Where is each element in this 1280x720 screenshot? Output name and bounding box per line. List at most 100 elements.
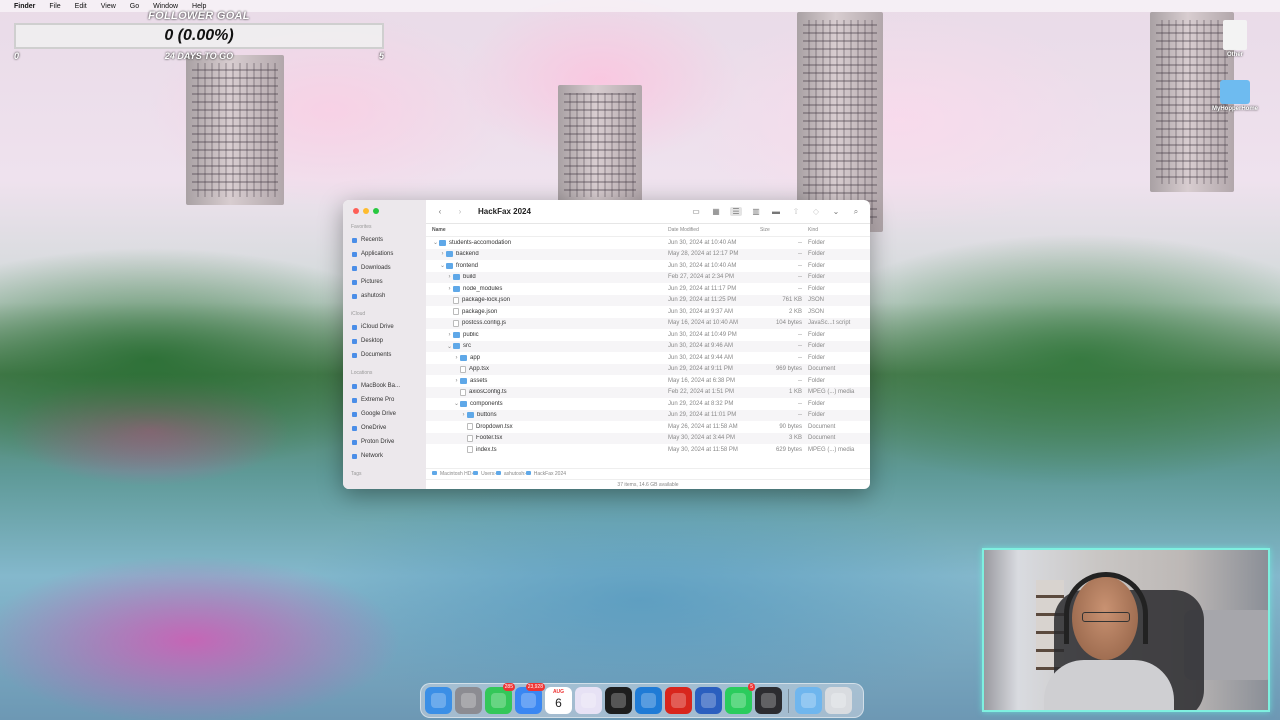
chevron-down-icon[interactable]: ⌄ xyxy=(830,207,842,216)
zoom-button[interactable] xyxy=(373,208,379,214)
kind-cell: Folder xyxy=(808,343,826,350)
chevron-right-icon[interactable]: › xyxy=(439,251,446,257)
path-segment[interactable]: Users xyxy=(473,471,494,477)
table-row[interactable]: index.ts May 30, 2024 at 11:58 PM 629 byte… xyxy=(426,444,870,456)
sidebar-item-onedrive[interactable]: OneDrive xyxy=(349,421,420,435)
close-button[interactable] xyxy=(353,208,359,214)
table-row[interactable]: › build Feb 27, 2024 at 2:34 PM -- Folder xyxy=(426,271,870,283)
file-icon xyxy=(467,446,473,454)
sidebar-item-label: iCloud Drive xyxy=(361,324,394,330)
menu-go[interactable]: Go xyxy=(130,3,139,10)
table-row[interactable]: axiosConfig.ts Feb 22, 2024 at 1:51 PM 1 K… xyxy=(426,386,870,398)
tag-icon[interactable]: ◇ xyxy=(810,207,822,216)
sidebar-item-documents[interactable]: Documents xyxy=(349,348,420,362)
dock-app-word[interactable] xyxy=(695,687,722,714)
table-row[interactable]: App.tsx Jun 29, 2024 at 9:11 PM 969 bytes D… xyxy=(426,363,870,375)
sidebar-item-proton-drive[interactable]: Proton Drive xyxy=(349,435,420,449)
table-row[interactable]: › node_modules Jun 29, 2024 at 11:17 PM -- F… xyxy=(426,283,870,295)
table-row[interactable]: Footer.tsx May 30, 2024 at 3:44 PM 3 KB Doc… xyxy=(426,432,870,444)
table-row[interactable]: › public Jun 30, 2024 at 10:49 PM -- Folder xyxy=(426,329,870,341)
sidebar-item-pictures[interactable]: Pictures xyxy=(349,275,420,289)
sidebar-item-macbook-ba-[interactable]: MacBook Ba... xyxy=(349,379,420,393)
list-view-icon[interactable]: ☰ xyxy=(730,207,742,216)
icon-view-icon[interactable]: ▦ xyxy=(710,207,722,216)
column-view-icon[interactable]: ▥ xyxy=(750,207,762,216)
dock-app-finder[interactable] xyxy=(425,687,452,714)
dock-app-acrobat[interactable] xyxy=(665,687,692,714)
table-row[interactable]: postcss.config.js May 16, 2024 at 10:40 A… xyxy=(426,317,870,329)
sidebar-item-google-drive[interactable]: Google Drive xyxy=(349,407,420,421)
chevron-right-icon[interactable]: › xyxy=(460,412,467,418)
menu-window[interactable]: Window xyxy=(153,3,178,10)
table-row[interactable]: package.json Jun 30, 2024 at 9:37 AM 2 KB J… xyxy=(426,306,870,318)
path-bar: Macintosh HD › Users › ashutosh › HackFa… xyxy=(426,468,870,479)
table-row[interactable]: › app Jun 30, 2024 at 9:44 AM -- Folder xyxy=(426,352,870,364)
path-segment[interactable]: HackFax 2024 xyxy=(525,471,566,477)
table-row[interactable]: Dropdown.tsx May 26, 2024 at 11:58 AM 90 b… xyxy=(426,421,870,433)
chevron-down-icon[interactable]: ⌄ xyxy=(439,262,446,269)
copilot-icon xyxy=(761,693,776,708)
menu-edit[interactable]: Edit xyxy=(75,3,87,10)
column-date[interactable]: Date Modified xyxy=(668,227,760,233)
sidebar-item-desktop[interactable]: Desktop xyxy=(349,334,420,348)
file-name: node_modules xyxy=(463,285,503,292)
search-icon[interactable]: ⌕ xyxy=(850,207,862,217)
dock-app-terminal[interactable] xyxy=(605,687,632,714)
chevron-down-icon[interactable]: ⌄ xyxy=(446,343,453,350)
table-row[interactable]: ⌄ students-accomodation Jun 30, 2024 at 10… xyxy=(426,237,870,249)
menu-help[interactable]: Help xyxy=(192,3,206,10)
table-row[interactable]: ⌄ frontend Jun 30, 2024 at 10:40 AM -- Folde… xyxy=(426,260,870,272)
desktop-icon-myhopperhome[interactable]: MyHopperHome xyxy=(1205,80,1265,112)
desktop-icon-other[interactable]: Other xyxy=(1205,20,1265,58)
table-row[interactable]: › buttons Jun 29, 2024 at 11:01 PM -- Folder xyxy=(426,409,870,421)
chevron-down-icon[interactable]: ⌄ xyxy=(453,400,460,407)
minimize-button[interactable] xyxy=(363,208,369,214)
dock-app-calendar[interactable]: AUG 6 xyxy=(545,687,572,714)
table-row[interactable]: package-lock.json Jun 29, 2024 at 11:25 P… xyxy=(426,294,870,306)
sidebar-item-applications[interactable]: Applications xyxy=(349,247,420,261)
dock-app-downloads-folder[interactable] xyxy=(795,687,822,714)
column-size[interactable]: Size xyxy=(760,227,808,233)
menu-view[interactable]: View xyxy=(101,3,116,10)
back-chevron-icon[interactable]: ‹ xyxy=(434,207,446,216)
chevron-right-icon[interactable]: › xyxy=(453,378,460,384)
file-name-cell: › backend xyxy=(432,251,668,258)
sidebar-item-extreme-pro[interactable]: Extreme Pro xyxy=(349,393,420,407)
date-modified-cell: Jun 30, 2024 at 9:44 AM xyxy=(668,354,734,361)
dock-app-system-settings[interactable] xyxy=(455,687,482,714)
chevron-right-icon[interactable]: › xyxy=(453,355,460,361)
new-folder-icon[interactable]: ▭ xyxy=(690,207,702,216)
chevron-right-icon[interactable]: › xyxy=(446,286,453,292)
folder-icon xyxy=(467,412,474,419)
chevron-right-icon[interactable]: › xyxy=(446,332,453,338)
gallery-view-icon[interactable]: ▬ xyxy=(770,207,782,216)
dock-app-whatsapp[interactable]: 5 xyxy=(725,683,755,714)
column-name[interactable]: Name xyxy=(432,227,668,233)
dock-app-mail[interactable]: 23,928 xyxy=(515,683,545,714)
chevron-right-icon[interactable]: › xyxy=(446,274,453,280)
dock-app-trash[interactable] xyxy=(825,687,852,714)
messages-icon xyxy=(491,693,506,708)
forward-chevron-icon[interactable]: › xyxy=(454,207,466,216)
sidebar-item-ashutosh[interactable]: ashutosh xyxy=(349,289,420,303)
sidebar-item-recents[interactable]: Recents xyxy=(349,233,420,247)
share-icon[interactable]: ⇧ xyxy=(790,207,802,216)
table-row[interactable]: › backend May 28, 2024 at 12:17 PM -- Folder xyxy=(426,248,870,260)
menu-file[interactable]: File xyxy=(49,3,60,10)
dock-app-vscode[interactable] xyxy=(635,687,662,714)
table-row[interactable]: ⌄ components Jun 29, 2024 at 8:32 PM -- Fold… xyxy=(426,398,870,410)
dock-app-copilot[interactable] xyxy=(755,687,782,714)
menu-finder[interactable]: Finder xyxy=(14,3,35,10)
sidebar-item-network[interactable]: Network xyxy=(349,449,420,463)
file-icon xyxy=(460,388,466,396)
chevron-down-icon[interactable]: ⌄ xyxy=(432,239,439,246)
path-segment[interactable]: ashutosh xyxy=(495,471,524,477)
dock-app-figma[interactable] xyxy=(575,687,602,714)
table-row[interactable]: ⌄ src Jun 30, 2024 at 9:46 AM -- Folder xyxy=(426,340,870,352)
column-kind[interactable]: Kind xyxy=(808,227,818,233)
sidebar-item-icloud-drive[interactable]: iCloud Drive xyxy=(349,320,420,334)
table-row[interactable]: › assets May 16, 2024 at 6:38 PM -- Folder xyxy=(426,375,870,387)
dock-app-messages[interactable]: 285 xyxy=(485,683,515,714)
path-segment[interactable]: Macintosh HD xyxy=(432,471,471,477)
sidebar-item-downloads[interactable]: Downloads xyxy=(349,261,420,275)
